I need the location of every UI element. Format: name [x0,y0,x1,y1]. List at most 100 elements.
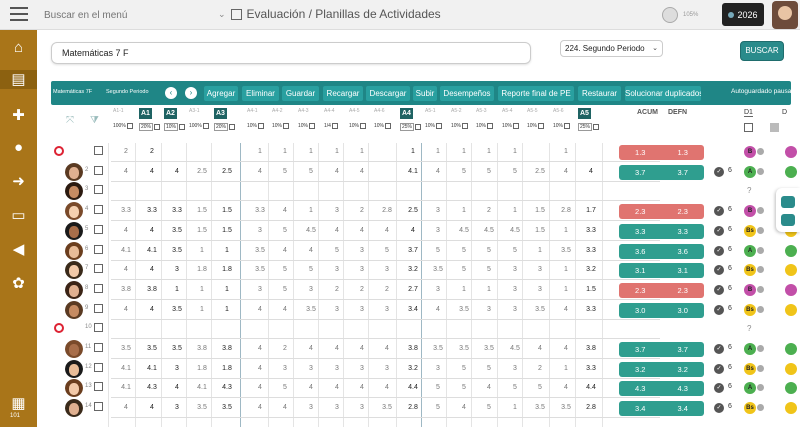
grade-cell[interactable]: 3.5 [191,404,213,411]
grade-cell[interactable]: 5 [478,365,500,372]
column-header-a4-1[interactable]: A4-1 [247,108,258,114]
home-icon[interactable]: ⌂ [9,38,28,57]
grade-cell[interactable]: 3.5 [300,306,322,313]
grade-cell[interactable]: 5 [274,384,296,391]
performance-badge[interactable]: Bs [744,303,756,316]
grade-cell[interactable]: 4 [376,345,398,352]
grade-cell[interactable]: 3 [504,365,526,372]
grade-cell[interactable]: 2.7 [402,286,424,293]
grade-cell[interactable]: 3 [326,207,348,214]
grade-cell[interactable]: 1 [555,227,577,234]
row-checkbox[interactable] [94,244,103,254]
grade-cell[interactable]: 1 [191,286,213,293]
grade-cell[interactable]: 1.5 [529,227,551,234]
column-header-a4[interactable]: A4 [400,108,413,119]
grade-cell[interactable]: 3.5 [478,345,500,352]
grade-cell[interactable]: 4 [115,168,137,175]
delete-button[interactable]: Eliminar [242,86,279,101]
filter-icon[interactable]: ⧩ [90,115,99,126]
grade-cell[interactable]: 4 [249,168,271,175]
weight-cell[interactable]: 100% [189,123,209,129]
grade-cell[interactable]: 3 [249,286,271,293]
grade-cell[interactable]: 4 [326,345,348,352]
performance-badge[interactable]: Bs [744,362,756,375]
grade-cell[interactable]: 3.5 [216,404,238,411]
year-selector[interactable]: 2026 [722,3,764,26]
exit-icon[interactable]: ➜ [9,172,28,191]
grade-cell[interactable]: 1 [300,207,322,214]
row-checkbox[interactable] [94,362,103,372]
row-checkbox[interactable] [94,185,103,195]
table-row[interactable]: 10? [51,320,800,340]
grade-cell[interactable]: 3 [478,306,500,313]
grade-cell[interactable]: 3.5 [166,345,188,352]
grade-cell[interactable]: 3.5 [529,306,551,313]
grade-cell[interactable]: 3 [351,365,373,372]
grade-cell[interactable]: 5 [478,168,500,175]
d1-header[interactable]: D1 [744,109,753,117]
grade-cell[interactable]: 3.8 [402,345,424,352]
grade-cell[interactable]: 3 [326,266,348,273]
grade-cell[interactable]: 2.5 [216,168,238,175]
add-user-icon[interactable]: ✚ [9,106,28,125]
table-row[interactable]: 2 2 1 1 1 1 1 1 1 1 1 1 1 1.3 1.3 B [51,143,800,162]
d-status-chip[interactable] [785,402,797,415]
weight-cell[interactable]: 25% [400,123,422,131]
grade-cell[interactable]: 1 [300,148,322,155]
fix-duplicates-button[interactable]: Solucionar duplicados [625,86,701,101]
grade-cell[interactable]: 1.8 [216,365,238,372]
grade-cell[interactable]: 5 [376,247,398,254]
grade-cell[interactable]: 3.5 [141,345,163,352]
d1-checkbox[interactable] [744,123,753,132]
grade-cell[interactable]: 3.5 [427,266,449,273]
d-checkbox[interactable] [770,123,779,132]
grade-cell[interactable]: 1 [191,247,213,254]
table-row[interactable]: 8 3.8 3.8 1 1 1 3 5 3 2 2 2 2.7 3 1 1 3 3 1 1.5 2.3 2.3 ✓ 6 B [51,280,800,300]
table-row[interactable]: 11 3.5 3.5 3.5 3.8 3.8 4 2 4 4 4 4 3.8 3.5 3.5 3.5 4.5 4 4… [51,340,800,359]
floating-side-panel[interactable] [776,188,800,232]
grade-cell[interactable]: 3.5 [166,306,188,313]
grade-cell[interactable]: 3.3 [580,306,602,313]
grade-cell[interactable]: 2 [478,207,500,214]
grade-cell[interactable]: 3 [300,365,322,372]
d-status-chip[interactable] [785,264,797,277]
hamburger-menu-icon[interactable] [10,7,28,21]
check-icon[interactable]: ✓ [714,245,724,256]
grade-cell[interactable]: 3 [326,306,348,313]
collapse-icon[interactable]: ⤧ [66,115,74,126]
grade-cell[interactable]: 3 [427,365,449,372]
grade-cell[interactable]: 4.4 [580,384,602,391]
grade-cell[interactable]: 1 [326,148,348,155]
grade-cell[interactable]: 4.3 [216,384,238,391]
grade-cell[interactable]: 3.5 [249,247,271,254]
weight-cell[interactable]: 10% [164,123,186,131]
grade-cell[interactable]: 3 [249,227,271,234]
grade-cell[interactable]: 5 [326,247,348,254]
grade-cell[interactable]: 1 [166,286,188,293]
grade-cell[interactable]: 4.4 [402,384,424,391]
previous-arrow-icon[interactable]: ‹ [165,87,177,99]
grade-cell[interactable]: 4 [427,168,449,175]
grade-cell[interactable]: 4 [115,227,137,234]
user-avatar[interactable] [772,1,798,29]
weight-cell[interactable]: 10% [476,123,494,129]
weight-checkbox[interactable] [309,123,316,129]
grade-cell[interactable]: 4 [274,404,296,411]
grade-cell[interactable]: 3.3 [115,207,137,214]
grade-cell[interactable]: 3.3 [249,207,271,214]
building-icon[interactable]: ▦ [9,394,28,413]
grade-cell[interactable]: 1.5 [216,227,238,234]
grade-cell[interactable]: 5 [427,247,449,254]
grade-cell[interactable]: 4 [351,227,373,234]
grade-cell[interactable]: 4 [555,168,577,175]
grade-cell[interactable]: 2.5 [191,168,213,175]
d-status-chip[interactable] [785,283,797,296]
weight-cell[interactable]: 10% [425,123,443,129]
d-status-chip[interactable] [785,146,797,158]
column-header-a5-3[interactable]: A5-3 [476,108,487,114]
grade-cell[interactable]: 3 [166,404,188,411]
users-icon[interactable]: ● [9,138,28,157]
grade-cell[interactable]: 3.7 [402,247,424,254]
weight-checkbox[interactable] [513,123,520,129]
megaphone-icon[interactable]: ◀ [9,240,28,259]
